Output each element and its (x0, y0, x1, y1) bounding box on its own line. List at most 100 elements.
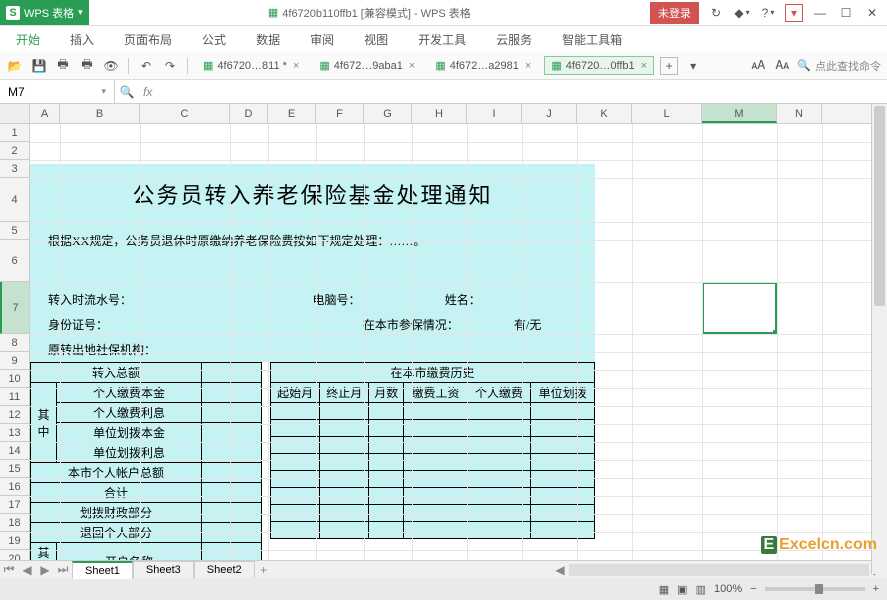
col-header-F[interactable]: F (316, 104, 364, 123)
ribbon-tab-insert[interactable]: 插入 (64, 27, 100, 52)
vertical-scrollbar[interactable] (871, 104, 887, 574)
view-page-icon[interactable]: ▣ (677, 583, 687, 596)
sheet-tab-0[interactable]: Sheet1 (72, 561, 133, 579)
col-header-B[interactable]: B (60, 104, 140, 123)
col-header-H[interactable]: H (412, 104, 467, 123)
horizontal-scrollbar[interactable] (569, 564, 869, 576)
cells-area[interactable]: 公务员转入养老保险基金处理通知 根据XX规定，公务员退休时原缴纳养老保险费按如下… (0, 124, 887, 560)
row-header-6[interactable]: 6 (0, 240, 30, 282)
sheet-nav-first[interactable]: ⏮ (0, 562, 18, 577)
col-header-E[interactable]: E (268, 104, 316, 123)
ribbon-tab-view[interactable]: 视图 (358, 27, 394, 52)
open-icon[interactable]: 📂 (6, 57, 24, 75)
save-icon[interactable]: 💾 (30, 57, 48, 75)
ribbon-tab-data[interactable]: 数据 (250, 27, 286, 52)
fx-label[interactable]: fx (139, 85, 156, 99)
col-header-C[interactable]: C (140, 104, 230, 123)
hscroll-left[interactable]: ◀ (551, 563, 569, 577)
search-fn-icon[interactable]: 🔍 (115, 85, 139, 99)
font-smaller-icon[interactable]: 🗛 (773, 57, 791, 75)
close-icon[interactable]: × (525, 60, 531, 72)
row-header-17[interactable]: 17 (0, 496, 30, 514)
col-header-M[interactable]: M (702, 104, 777, 123)
ribbon-tab-review[interactable]: 审阅 (304, 27, 340, 52)
sheet-nav-prev[interactable]: ◀ (18, 563, 36, 577)
maximize-button[interactable]: ☐ (837, 4, 855, 22)
row-header-18[interactable]: 18 (0, 514, 30, 532)
col-header-I[interactable]: I (467, 104, 522, 123)
ribbon-tab-dev[interactable]: 开发工具 (412, 27, 472, 52)
sheet-nav-last[interactable]: ⏭ (54, 562, 72, 577)
ribbon-tab-cloud[interactable]: 云服务 (490, 27, 538, 52)
add-sheet-button[interactable]: + (255, 563, 273, 577)
new-tab-button[interactable]: + (660, 57, 678, 75)
row-header-9[interactable]: 9 (0, 352, 30, 370)
ribbon-tab-start[interactable]: 开始 (10, 27, 46, 52)
font-bigger-icon[interactable]: 🗚 (749, 57, 767, 75)
view-layout-icon[interactable]: ▥ (696, 583, 706, 596)
row-header-10[interactable]: 10 (0, 370, 30, 388)
help-icon[interactable]: ? (759, 4, 777, 22)
zoom-value[interactable]: 100% (714, 583, 742, 595)
col-header-N[interactable]: N (777, 104, 822, 123)
sheet-nav-next[interactable]: ▶ (36, 563, 54, 577)
close-icon[interactable]: × (641, 60, 647, 72)
ribbon-tab-formula[interactable]: 公式 (196, 27, 232, 52)
row-header-19[interactable]: 19 (0, 532, 30, 550)
row-header-14[interactable]: 14 (0, 442, 30, 460)
redo-icon[interactable]: ↷ (161, 57, 179, 75)
zoom-in-button[interactable]: + (873, 583, 879, 595)
caret-down-icon[interactable]: ▾ (78, 7, 83, 18)
row-header-13[interactable]: 13 (0, 424, 30, 442)
sync-icon[interactable]: ↻ (707, 4, 725, 22)
scrollbar-thumb[interactable] (874, 106, 885, 306)
spreadsheet-grid[interactable]: A B C D E F G H I J K L M N 公务员转入养老保险基金处… (0, 104, 887, 560)
login-status-badge[interactable]: 未登录 (650, 2, 699, 24)
row-header-12[interactable]: 12 (0, 406, 30, 424)
view-normal-icon[interactable]: ▦ (659, 583, 669, 596)
row-header-5[interactable]: 5 (0, 222, 30, 240)
sheet-tab-1[interactable]: Sheet3 (133, 561, 194, 578)
col-header-D[interactable]: D (230, 104, 268, 123)
collapse-ribbon-icon[interactable]: ▾ (785, 4, 803, 22)
file-tab-2[interactable]: ▦4f672…a2981× (428, 56, 538, 75)
close-icon[interactable]: × (409, 60, 415, 72)
col-header-L[interactable]: L (632, 104, 702, 123)
zoom-slider[interactable] (765, 587, 865, 591)
file-tab-0[interactable]: ▦4f6720…811 *× (196, 56, 306, 75)
skin-icon[interactable]: ◆ (733, 4, 751, 22)
col-header-G[interactable]: G (364, 104, 412, 123)
file-tab-1[interactable]: ▦4f672…9aba1× (312, 56, 422, 75)
print-quick-icon[interactable]: 🖶 (54, 57, 72, 75)
close-button[interactable]: ✕ (863, 4, 881, 22)
ribbon-tab-layout[interactable]: 页面布局 (118, 27, 178, 52)
tab-list-icon[interactable]: ▾ (684, 57, 702, 75)
chevron-down-icon[interactable]: ▾ (101, 86, 106, 97)
print-icon[interactable]: 🖶 (78, 57, 96, 75)
undo-icon[interactable]: ↶ (137, 57, 155, 75)
col-header-A[interactable]: A (30, 104, 60, 123)
select-all-corner[interactable] (0, 104, 30, 123)
name-box[interactable]: M7 ▾ (0, 80, 115, 103)
preview-icon[interactable]: 👁 (102, 57, 120, 75)
row-header-11[interactable]: 11 (0, 388, 30, 406)
row-header-15[interactable]: 15 (0, 460, 30, 478)
row-header-1[interactable]: 1 (0, 124, 30, 142)
row-header-7[interactable]: 7 (0, 282, 30, 334)
col-header-K[interactable]: K (577, 104, 632, 123)
sheet-tab-2[interactable]: Sheet2 (194, 561, 255, 578)
row-header-2[interactable]: 2 (0, 142, 30, 160)
minimize-button[interactable]: — (811, 4, 829, 22)
row-header-8[interactable]: 8 (0, 334, 30, 352)
ribbon-tab-tools[interactable]: 智能工具箱 (556, 27, 628, 52)
file-tab-3[interactable]: ▦4f6720…0ffb1× (544, 56, 654, 75)
row-header-16[interactable]: 16 (0, 478, 30, 496)
row-header-20[interactable]: 20 (0, 550, 30, 560)
zoom-thumb[interactable] (815, 584, 823, 594)
close-icon[interactable]: × (293, 60, 299, 72)
row-header-3[interactable]: 3 (0, 160, 30, 178)
command-search[interactable]: 🔍点此查找命令 (797, 58, 881, 74)
col-header-J[interactable]: J (522, 104, 577, 123)
zoom-out-button[interactable]: − (750, 583, 756, 595)
row-header-4[interactable]: 4 (0, 178, 30, 222)
